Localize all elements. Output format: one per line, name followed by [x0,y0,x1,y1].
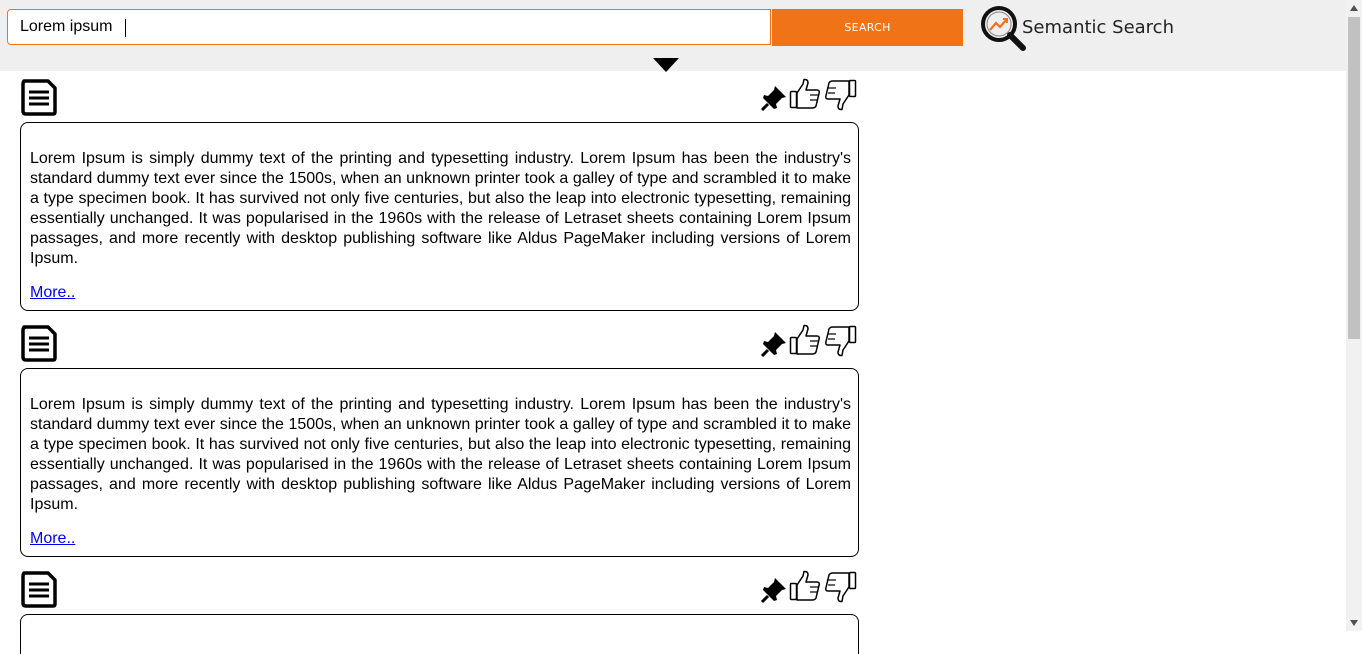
pin-icon[interactable] [761,577,787,603]
search-box[interactable] [7,9,771,45]
chevron-down-icon [1350,620,1358,626]
result-text: Lorem Ipsum is simply dummy text of the … [30,150,851,267]
thumbs-down-icon[interactable] [823,79,857,111]
more-link[interactable]: More.. [30,284,75,302]
chevron-up-icon [1350,5,1358,11]
result-card: Lorem Ipsum is simply dummy text of the … [20,122,859,311]
result-item: Lorem Ipsum is simply dummy text of the … [20,78,859,312]
more-link[interactable]: More.. [30,530,75,548]
result-card [20,614,859,654]
thumbs-down-icon[interactable] [823,325,857,357]
thumbs-up-icon[interactable] [789,78,821,110]
thumbs-up-icon[interactable] [789,324,821,356]
text-caret [125,19,126,37]
logo-text: Semantic Search [1022,17,1174,38]
scrollbar-thumb[interactable] [1348,17,1360,339]
pin-icon[interactable] [761,85,787,111]
result-actions [759,78,859,112]
document-icon [21,325,57,362]
results-list: Lorem Ipsum is simply dummy text of the … [0,71,1346,654]
result-item [20,570,859,654]
search-button[interactable]: SEARCH [772,9,963,46]
search-input[interactable] [8,10,770,44]
top-bar: SEARCH Semantic Search [0,0,1346,72]
logo: Semantic Search [979,4,1179,54]
document-icon [21,571,57,608]
thumbs-down-icon[interactable] [823,571,857,603]
scroll-down-button[interactable] [1346,615,1362,631]
pin-icon[interactable] [761,331,787,357]
document-icon [21,79,57,116]
thumbs-up-icon[interactable] [789,570,821,602]
result-item: Lorem Ipsum is simply dummy text of the … [20,324,859,558]
result-actions [759,324,859,358]
result-actions [759,570,859,604]
result-text: Lorem Ipsum is simply dummy text of the … [30,396,851,513]
scroll-up-button[interactable] [1346,0,1362,16]
result-card: Lorem Ipsum is simply dummy text of the … [20,368,859,557]
vertical-scrollbar[interactable] [1346,0,1362,631]
